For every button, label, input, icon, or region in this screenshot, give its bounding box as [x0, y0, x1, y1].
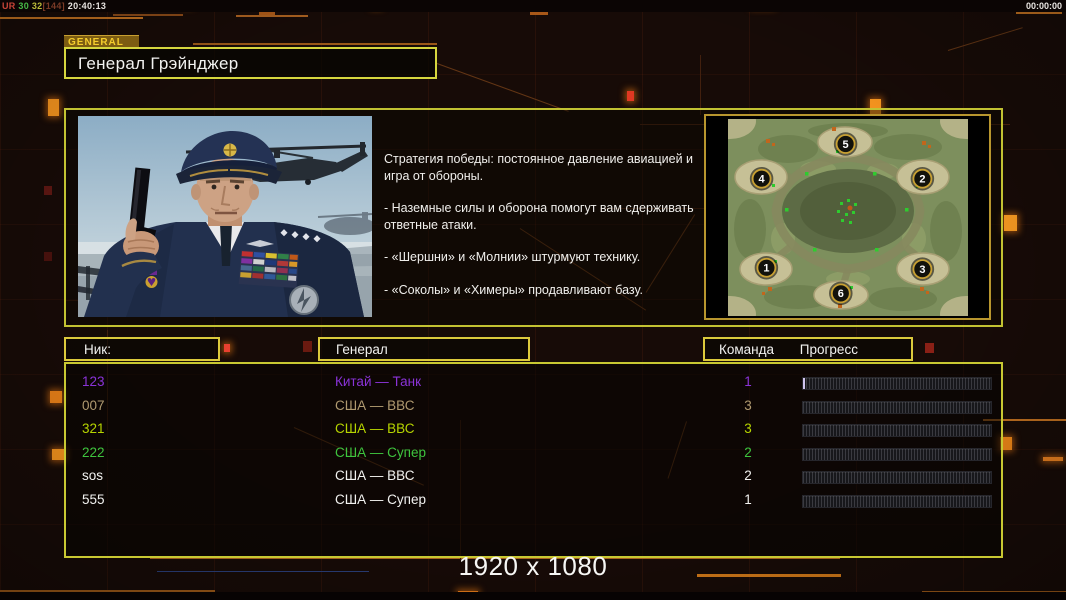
player-general: США — Супер [335, 444, 426, 460]
general-title-box: Генерал Грэйнджер [64, 47, 437, 79]
map-position-marker: 3 [910, 256, 934, 281]
circuit-trace [1016, 12, 1062, 14]
map-image: 1 2 3 4 5 6 [727, 118, 968, 316]
circuit-trace [627, 91, 634, 101]
header-general: Генерал [318, 337, 530, 361]
circuit-trace [236, 15, 308, 17]
circuit-trace [224, 344, 230, 352]
player-team: 3 [744, 397, 752, 413]
player-team: 1 [744, 374, 752, 389]
briefing-line: Стратегия победы: постоянное давление ав… [384, 152, 694, 183]
progress-bar [802, 495, 992, 508]
player-team: 2 [744, 444, 752, 460]
bottom-letterbox-bar [0, 592, 1066, 600]
strategy-briefing: Стратегия победы: постоянное давление ав… [384, 151, 714, 314]
header-team: Команда [719, 342, 775, 357]
match-timer: 00:00:00 [1025, 1, 1062, 11]
circuit-trace [700, 55, 701, 115]
player-team: 3 [744, 421, 752, 437]
map-preview: 1 2 3 4 5 6 [704, 114, 991, 320]
circuit-diagonal-trace [947, 27, 1023, 51]
general-portrait-image [78, 116, 372, 317]
player-nick: 123 [82, 374, 105, 389]
briefing-line: - «Соколы» и «Химеры» продавливают базу. [384, 282, 643, 297]
circuit-trace [925, 343, 934, 353]
table-row: 321 США — ВВС 3 [66, 418, 1001, 441]
player-team: 2 [744, 468, 752, 484]
player-general: США — Супер [335, 492, 426, 507]
player-nick: sos [82, 468, 104, 484]
player-general: США — ВВС [335, 397, 415, 413]
table-row: 222 США — Супер 2 [66, 442, 1001, 465]
debug-segment: 20:40:13 [67, 1, 107, 11]
debug-segment: 30 [18, 1, 32, 11]
general-portrait [78, 116, 372, 317]
svg-text:1: 1 [763, 262, 769, 274]
circuit-trace [44, 186, 52, 195]
table-row: 123 Китай — Танк 1 [66, 371, 1001, 394]
circuit-trace [530, 12, 548, 15]
svg-text:5: 5 [842, 138, 848, 150]
circuit-trace [303, 341, 312, 352]
circuit-trace [1004, 215, 1017, 231]
header-nick: Ник: [64, 337, 220, 361]
circuit-trace [50, 391, 62, 403]
player-general: США — ВВС [335, 421, 415, 437]
map-position-marker: 4 [749, 166, 773, 190]
table-row: 555 США — Супер 1 [66, 489, 1001, 512]
player-nick: 555 [82, 492, 105, 507]
map-position-marker: 2 [910, 166, 934, 190]
svg-text:6: 6 [837, 288, 843, 300]
svg-text:4: 4 [758, 173, 765, 185]
map-position-marker: 5 [833, 131, 857, 156]
table-row: 007 США — ВВС 3 [66, 395, 1001, 418]
circuit-trace [1043, 457, 1063, 461]
progress-bar [802, 377, 992, 390]
header-progress: Прогресс [799, 342, 858, 357]
debug-readout: UR 30 32[144] 20:40:13 [2, 1, 106, 11]
player-general: США — ВВС [335, 468, 415, 484]
debug-segment: 32 [31, 1, 43, 11]
players-table: 123 Китай — Танк 1 007 США — ВВС 3 321 США — ВВ… [64, 362, 1003, 558]
player-nick: 321 [82, 421, 105, 437]
briefing-line: - Наземные силы и оборона помогут вам сд… [384, 201, 694, 232]
map-position-marker: 1 [754, 255, 778, 279]
circuit-diagonal-trace [436, 63, 569, 112]
player-nick: 222 [82, 444, 105, 460]
top-letterbox-bar [0, 0, 1066, 12]
player-general: Китай — Танк [335, 374, 421, 389]
progress-bar [802, 471, 992, 485]
map-position-marker: 6 [828, 281, 853, 305]
progress-bar [802, 424, 992, 438]
resolution-label: 1920 x 1080 [458, 551, 608, 581]
shield-emblem-icon [289, 285, 319, 315]
svg-text:3: 3 [919, 263, 925, 275]
player-team: 1 [744, 492, 752, 507]
player-nick: 007 [82, 397, 105, 413]
ribbon-rack-icon [238, 250, 299, 289]
progress-fill [803, 378, 805, 389]
circuit-trace [259, 12, 275, 15]
progress-bar [802, 447, 992, 461]
circuit-trace [48, 99, 59, 116]
loading-screen: UR 30 32[144] 20:40:13 00:00:00 GENERAL … [0, 0, 1066, 600]
general-name: Генерал Грэйнджер [78, 54, 239, 73]
briefing-line: - «Шершни» и «Молнии» штурмуют технику. [384, 250, 641, 264]
table-row: sos США — ВВС 2 [66, 465, 1001, 488]
progress-bar [802, 400, 992, 414]
circuit-trace [0, 17, 143, 19]
debug-segment: [144] [42, 1, 68, 11]
circuit-trace [44, 252, 52, 261]
circuit-trace [193, 43, 437, 45]
header-team-progress: Команда Прогресс [703, 337, 913, 361]
circuit-trace [113, 14, 183, 16]
svg-text:2: 2 [919, 173, 925, 185]
debug-segment: UR [2, 1, 19, 11]
